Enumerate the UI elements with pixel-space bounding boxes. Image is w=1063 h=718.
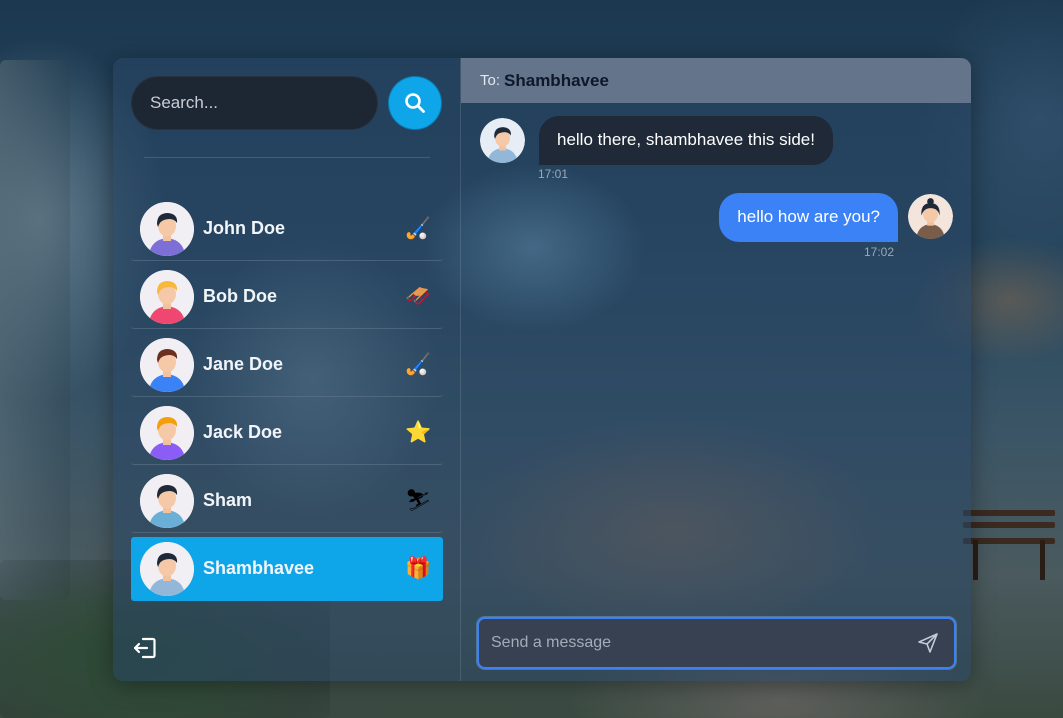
search-row bbox=[131, 76, 443, 130]
send-icon[interactable] bbox=[916, 631, 940, 655]
message-composer bbox=[461, 617, 971, 681]
avatar-illustration bbox=[908, 194, 953, 239]
contact-avatar bbox=[140, 473, 194, 528]
sidebar-divider bbox=[144, 157, 430, 158]
sender-avatar bbox=[480, 118, 525, 163]
contact-name: John Doe bbox=[203, 218, 286, 238]
logout-icon[interactable] bbox=[132, 635, 158, 661]
contact-name: Jack Doe bbox=[203, 422, 283, 442]
contact-emoji: 🛷 bbox=[405, 284, 432, 308]
contact-item[interactable]: Jane Doe 🏑 bbox=[131, 333, 443, 397]
search-icon bbox=[405, 93, 425, 113]
avatar-illustration bbox=[140, 337, 194, 392]
recipient-name: Shambhavee bbox=[504, 70, 609, 90]
contact-item[interactable]: John Doe 🏑 bbox=[131, 197, 443, 261]
sidebar: John Doe 🏑 Bob Doe 🛷 Jane Doe 🏑 Jack Doe ⭐ Sham ⛷… bbox=[113, 58, 461, 681]
avatar-illustration bbox=[480, 118, 525, 163]
contact-item[interactable]: Bob Doe 🛷 bbox=[131, 265, 443, 329]
background-bench bbox=[963, 500, 1055, 580]
contact-avatar bbox=[140, 337, 194, 392]
contact-emoji: 🏑 bbox=[405, 352, 432, 376]
contact-name: Sham bbox=[203, 490, 253, 510]
contact-avatar bbox=[140, 405, 194, 460]
message-time: 17:02 bbox=[863, 245, 894, 259]
message-outgoing: hello how are you? bbox=[479, 193, 953, 242]
chat-header: To: Shambhavee bbox=[461, 58, 971, 103]
contact-emoji: 🏑 bbox=[405, 216, 432, 240]
contact-name: Jane Doe bbox=[203, 354, 284, 374]
avatar-illustration bbox=[140, 541, 194, 596]
avatar-illustration bbox=[140, 269, 194, 324]
contact-emoji: 🎁 bbox=[405, 556, 432, 580]
message-bubble: hello how are you? bbox=[719, 193, 898, 242]
composer-box bbox=[477, 617, 956, 669]
background-tree-left bbox=[0, 60, 70, 600]
message-incoming: hello there, shambhavee this side! bbox=[480, 116, 953, 165]
message-time: 17:01 bbox=[538, 167, 569, 181]
contact-emoji: ⭐ bbox=[405, 420, 432, 444]
to-label: To: bbox=[480, 72, 501, 89]
chat-pane: To: Shambhavee hello there, shambhavee t… bbox=[461, 58, 971, 681]
message-list: hello there, shambhavee this side! 17:01… bbox=[461, 103, 971, 617]
search-input[interactable] bbox=[131, 76, 378, 130]
contact-item[interactable]: Shambhavee 🎁 bbox=[131, 537, 443, 601]
contact-emoji: ⛷ bbox=[405, 488, 432, 512]
self-avatar bbox=[908, 194, 953, 239]
contact-name: Bob Doe bbox=[203, 286, 277, 306]
avatar-illustration bbox=[140, 405, 194, 460]
message-input[interactable] bbox=[491, 634, 916, 652]
chat-app-window: John Doe 🏑 Bob Doe 🛷 Jane Doe 🏑 Jack Doe ⭐ Sham ⛷… bbox=[113, 58, 971, 681]
message-bubble: hello there, shambhavee this side! bbox=[539, 116, 833, 165]
contact-avatar bbox=[140, 541, 194, 596]
contact-avatar bbox=[140, 201, 194, 256]
contact-item[interactable]: Sham ⛷ bbox=[131, 469, 443, 533]
contact-item[interactable]: Jack Doe ⭐ bbox=[131, 401, 443, 465]
avatar-illustration bbox=[140, 201, 194, 256]
contact-name: Shambhavee bbox=[203, 558, 315, 578]
contact-list: John Doe 🏑 Bob Doe 🛷 Jane Doe 🏑 Jack Doe ⭐ Sham ⛷… bbox=[131, 197, 443, 601]
avatar-illustration bbox=[140, 473, 194, 528]
search-button[interactable] bbox=[388, 76, 442, 130]
contact-avatar bbox=[140, 269, 194, 324]
